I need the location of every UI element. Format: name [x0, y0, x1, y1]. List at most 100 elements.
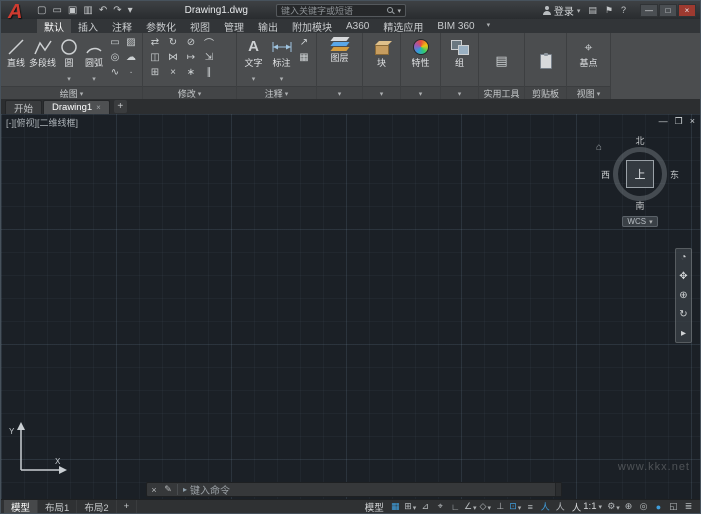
new-drawing-tab-button[interactable]: + — [114, 100, 127, 113]
wcs-dropdown[interactable]: WCS — [622, 216, 657, 227]
customize-button[interactable]: ≣ — [682, 500, 695, 513]
command-prompt-text[interactable]: 键入命令 — [190, 482, 230, 497]
signin-button[interactable]: 登录 — [543, 3, 581, 18]
panel-footer-modify[interactable]: 修改 — [143, 86, 236, 99]
snap-mode-toggle[interactable]: ⊞ — [404, 500, 417, 513]
annotation-monitor-toggle[interactable]: ⊕ — [622, 500, 635, 513]
model-tab[interactable]: 模型 — [4, 500, 38, 514]
explode-icon[interactable]: ∗ — [182, 65, 200, 80]
file-tab-start[interactable]: 开始 — [5, 100, 42, 114]
drawing-canvas[interactable]: [-][俯视][二维线框] — ❐ × ⌂ 北 西 上 东 南 WCS — [1, 114, 700, 499]
panel-footer-groups[interactable] — [441, 86, 478, 99]
plot-icon[interactable]: ▥ — [83, 5, 92, 16]
orbit-icon[interactable]: ↻ — [679, 309, 687, 320]
new-icon[interactable]: ▢ — [37, 5, 46, 16]
grid-display-toggle[interactable]: ▦ — [389, 500, 402, 513]
add-layout-button[interactable]: + — [117, 500, 138, 514]
doc-minimize-button[interactable]: — — [659, 116, 668, 127]
tab-home[interactable]: 默认 — [37, 19, 71, 33]
tab-parametric[interactable]: 参数化 — [139, 19, 183, 33]
isolate-objects-button[interactable]: ◎ — [637, 500, 650, 513]
copy-icon[interactable]: ◫ — [146, 50, 164, 65]
panel-footer-utilities[interactable]: 实用工具 — [479, 86, 524, 99]
maximize-button[interactable]: □ — [659, 4, 677, 17]
insert-block-button[interactable]: 块 — [368, 35, 395, 68]
infer-constraints-toggle[interactable]: ⊿ — [419, 500, 432, 513]
navigation-wheel-icon[interactable]: ◔ — [680, 252, 686, 263]
annotation-visibility-toggle[interactable]: 人 — [539, 500, 552, 513]
viewcube-south[interactable]: 南 — [635, 201, 644, 212]
revision-cloud-icon[interactable]: ☁ — [123, 50, 139, 65]
qat-menu-icon[interactable]: ▾ — [128, 5, 133, 16]
erase-icon[interactable]: × — [164, 65, 182, 80]
viewcube-top-face[interactable]: 上 — [626, 160, 654, 188]
workspace-switching-button[interactable]: ⚙ — [607, 500, 620, 513]
viewport-controls[interactable]: [-][俯视][二维线框] — [6, 116, 78, 129]
redo-icon[interactable]: ↷ — [113, 5, 121, 16]
open-icon[interactable]: ▭ — [52, 5, 61, 16]
ellipse-icon[interactable]: ◎ — [107, 50, 123, 65]
object-snap-tracking-toggle[interactable]: ⊥ — [494, 500, 507, 513]
save-icon[interactable]: ▣ — [68, 5, 77, 16]
annotation-autoscale-toggle[interactable]: 人 — [554, 500, 567, 513]
tab-overflow-icon[interactable] — [482, 19, 496, 33]
group-button[interactable]: 组 — [446, 35, 473, 68]
panel-footer-block[interactable] — [363, 86, 400, 99]
tab-insert[interactable]: 插入 — [71, 19, 105, 33]
fillet-icon[interactable]: ⌒ — [200, 35, 218, 50]
search-caret-icon[interactable] — [397, 5, 401, 15]
viewcube-west[interactable]: 西 — [601, 168, 610, 181]
rectangle-icon[interactable]: ▭ — [107, 35, 123, 50]
isometric-drafting-toggle[interactable]: ◇ — [479, 500, 492, 513]
minimize-button[interactable]: — — [640, 4, 658, 17]
file-tab-drawing1[interactable]: Drawing1 × — [43, 100, 110, 114]
undo-icon[interactable]: ↶ — [99, 5, 107, 16]
polar-tracking-toggle[interactable]: ∠ — [464, 500, 477, 513]
trim-icon[interactable]: ⊘ — [182, 35, 200, 50]
object-snap-toggle[interactable]: ⊡ — [509, 500, 522, 513]
zoom-icon[interactable]: ⊕ — [679, 290, 687, 301]
measure-button[interactable]: ▤ — [488, 49, 515, 72]
polyline-button[interactable]: 多段线 — [29, 35, 56, 68]
command-close-icon[interactable]: × — [147, 483, 161, 496]
close-button[interactable]: × — [678, 4, 696, 17]
tab-a360[interactable]: A360 — [339, 19, 376, 33]
show-motion-icon[interactable]: ▸ — [681, 328, 686, 339]
command-line[interactable]: × ✎ ▸ 键入命令 — [146, 482, 562, 497]
command-customize-icon[interactable]: ✎ — [161, 483, 175, 496]
mirror-icon[interactable]: ⋈ — [164, 50, 182, 65]
tab-view[interactable]: 视图 — [183, 19, 217, 33]
line-button[interactable]: 直线 — [4, 35, 28, 68]
layer-properties-button[interactable]: 图层 — [320, 35, 359, 63]
doc-restore-button[interactable]: ❐ — [675, 116, 683, 127]
panel-footer-layers[interactable] — [317, 86, 362, 99]
rotate-icon[interactable]: ↻ — [164, 35, 182, 50]
viewcube-ring[interactable]: 上 — [613, 147, 667, 201]
circle-button[interactable]: 圆 — [57, 35, 81, 86]
scale-icon[interactable]: ⇲ — [200, 50, 218, 65]
command-scroll-grip[interactable] — [555, 483, 561, 496]
tab-featured-apps[interactable]: 精选应用 — [376, 19, 430, 33]
dynamic-input-toggle[interactable]: ⌖ — [434, 500, 447, 513]
lineweight-toggle[interactable]: ≡ — [524, 500, 537, 513]
panel-footer-view[interactable]: 视图 — [567, 86, 610, 99]
app-store-icon[interactable]: ▤ — [588, 5, 597, 16]
tab-addins[interactable]: 附加模块 — [285, 19, 339, 33]
panel-footer-draw[interactable]: 绘图 — [1, 86, 142, 99]
tab-manage[interactable]: 管理 — [217, 19, 251, 33]
base-point-button[interactable]: ⌖ 基点 — [575, 35, 602, 68]
properties-button[interactable]: 特性 — [407, 35, 434, 68]
model-space-toggle[interactable]: 模型 — [362, 500, 387, 514]
dimension-button[interactable]: 标注 — [268, 35, 295, 86]
search-input[interactable]: 键入关键字或短语 — [276, 4, 406, 17]
hatch-icon[interactable]: ▨ — [123, 35, 139, 50]
array-icon[interactable]: ⊞ — [146, 65, 164, 80]
panel-footer-annotation[interactable]: 注释 — [237, 86, 316, 99]
clean-screen-button[interactable]: ◱ — [667, 500, 680, 513]
graphics-performance-toggle[interactable]: ● — [652, 500, 665, 513]
layout2-tab[interactable]: 布局2 — [77, 500, 116, 514]
spline-icon[interactable]: ∿ — [107, 65, 123, 80]
help-icon[interactable]: ? — [621, 5, 626, 15]
viewcube-home-icon[interactable]: ⌂ — [596, 142, 602, 153]
point-icon[interactable]: ∙ — [123, 65, 139, 80]
